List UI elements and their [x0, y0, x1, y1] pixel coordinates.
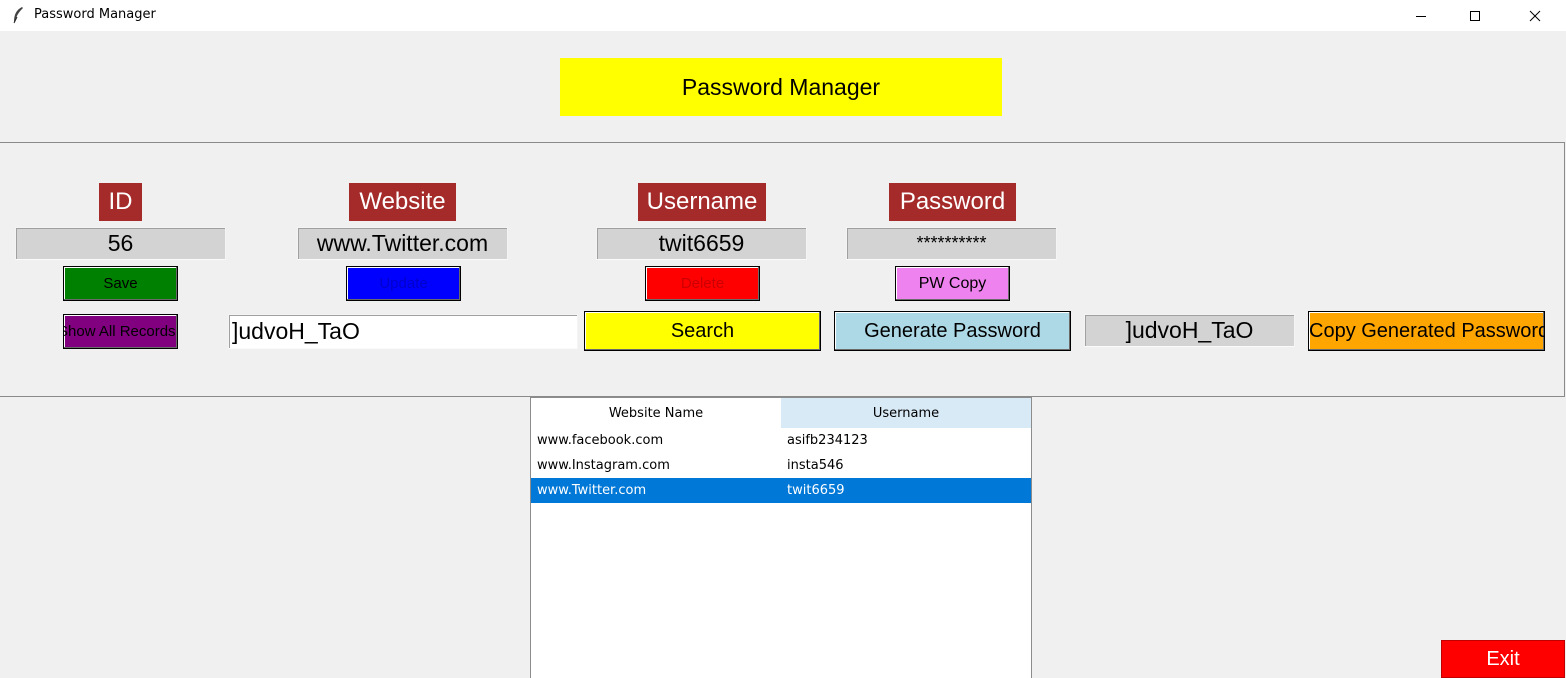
generated-password-field[interactable]: ]udvoH_TaO [1084, 314, 1295, 347]
username-field[interactable]: twit6659 [596, 227, 807, 260]
row-website: www.Instagram.com [537, 458, 670, 473]
minimize-button[interactable] [1392, 0, 1450, 31]
table-header: Website Name Username [531, 398, 1031, 428]
table-row-selected[interactable]: www.Twitter.com twit6659 [531, 478, 1031, 503]
row-website: www.Twitter.com [537, 483, 647, 498]
close-button[interactable] [1506, 0, 1564, 31]
update-button[interactable]: Update [346, 266, 461, 301]
maximize-button[interactable] [1446, 0, 1504, 31]
table-row[interactable]: www.facebook.com asifb234123 [531, 428, 1031, 453]
records-table[interactable]: Website Name Username www.facebook.com a… [530, 397, 1032, 678]
app-header-title: Password Manager [560, 58, 1002, 116]
row-username: asifb234123 [787, 433, 868, 448]
delete-button[interactable]: Delete [645, 266, 760, 301]
table-row[interactable]: www.Instagram.com insta546 [531, 453, 1031, 478]
search-input[interactable]: ]udvoH_TaO [228, 314, 578, 349]
title-bar: Password Manager [0, 0, 1566, 31]
website-label: Website [349, 183, 456, 221]
show-all-records-button[interactable]: Show All Records [63, 314, 178, 349]
row-username: insta546 [787, 458, 844, 473]
password-label: Password [889, 183, 1016, 221]
username-label: Username [638, 183, 766, 221]
window-title: Password Manager [34, 7, 156, 22]
pw-copy-button[interactable]: PW Copy [895, 266, 1010, 301]
column-header-website-name[interactable]: Website Name [531, 398, 781, 428]
id-label: ID [99, 183, 142, 221]
row-username: twit6659 [787, 483, 845, 498]
minimize-icon [1416, 15, 1426, 17]
copy-generated-password-button[interactable]: Copy Generated Password [1308, 311, 1545, 351]
feather-icon [13, 7, 23, 24]
exit-button[interactable]: Exit [1441, 640, 1565, 678]
record-form-frame [0, 142, 1565, 397]
password-field[interactable]: ********** [846, 227, 1057, 260]
close-icon [1529, 10, 1541, 21]
generate-password-button[interactable]: Generate Password [834, 311, 1071, 351]
column-header-username[interactable]: Username [781, 398, 1031, 428]
row-website: www.facebook.com [537, 433, 664, 448]
id-field[interactable]: 56 [15, 227, 226, 260]
search-button[interactable]: Search [584, 311, 821, 351]
website-field[interactable]: www.Twitter.com [297, 227, 508, 260]
maximize-icon [1470, 10, 1480, 21]
save-button[interactable]: Save [63, 266, 178, 301]
